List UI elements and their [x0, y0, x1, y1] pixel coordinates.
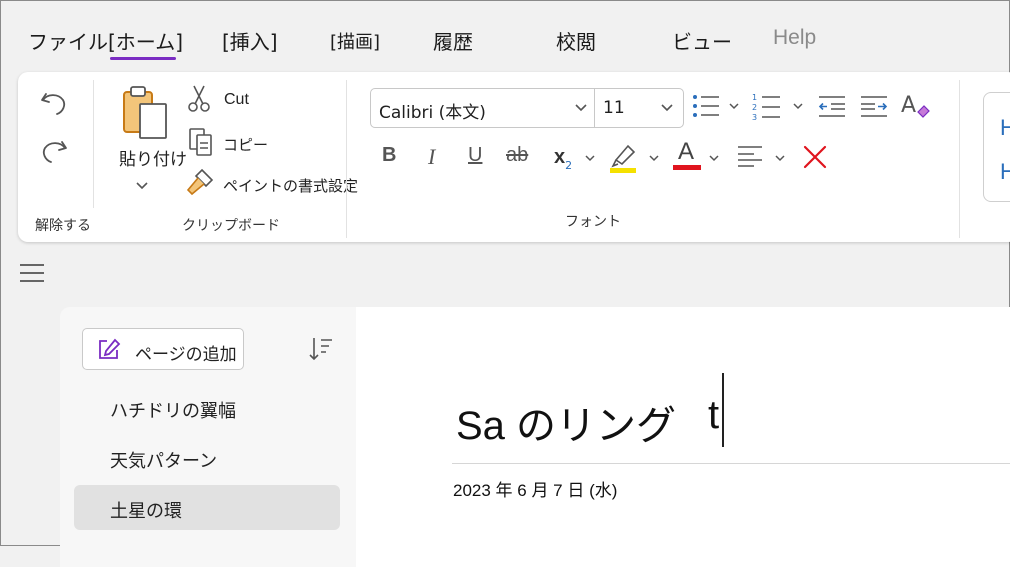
chevron-down-icon[interactable] [134, 180, 150, 192]
menu-insert[interactable]: [挿入] [222, 26, 278, 55]
font-family-select[interactable]: Calibri (本文) [379, 98, 486, 123]
page-item[interactable]: ハチドリの翼幅 [110, 397, 236, 423]
chevron-down-icon[interactable] [574, 103, 588, 113]
page-date: 2023 年 6 月 7 日 (水) [453, 481, 618, 500]
font-group-label: フォント [565, 214, 621, 230]
font-color-button[interactable]: A [673, 138, 701, 170]
page-item[interactable]: 土星の環 [110, 497, 182, 523]
font-picker: Calibri (本文) 11 [370, 88, 684, 128]
text-caret [722, 373, 724, 447]
svg-text:3: 3 [752, 113, 757, 122]
add-page-icon [99, 338, 121, 359]
menu-history[interactable]: 履歴 [433, 26, 473, 55]
styles-eraser-icon[interactable]: A [900, 90, 932, 122]
svg-text:1: 1 [752, 93, 757, 102]
ribbon: 解除する 貼り付け Cut コピー ペイントの書式設定 クリップボード Cali… [18, 72, 1010, 242]
menu-view[interactable]: ビュー [672, 26, 732, 55]
svg-text:2: 2 [752, 103, 757, 112]
page-title[interactable]: Sa のリング [456, 393, 676, 451]
menu-home-underline [110, 57, 176, 60]
strikethrough-button[interactable]: ab [506, 144, 528, 167]
underline-button[interactable]: U [468, 144, 482, 167]
menu-review[interactable]: 校閲 [556, 26, 596, 55]
subscript-two: 2 [565, 159, 573, 172]
chevron-down-icon[interactable] [792, 102, 804, 112]
cut-label[interactable]: Cut [224, 91, 249, 109]
align-icon[interactable] [736, 144, 766, 168]
font-color-letter: A [678, 138, 695, 165]
chevron-down-icon[interactable] [708, 154, 720, 164]
subscript-x: x [554, 146, 566, 168]
undo-icon[interactable] [38, 88, 70, 120]
page-list-panel: ページの追加 ハチドリの翼幅 天気パターン 土星の環 [60, 307, 356, 567]
svg-text:A: A [901, 93, 916, 118]
sort-icon[interactable] [306, 335, 334, 363]
redo-icon[interactable] [38, 136, 70, 168]
page-item[interactable]: 天気パターン [110, 447, 217, 473]
chevron-down-icon[interactable] [660, 103, 674, 113]
bold-button[interactable]: B [382, 144, 396, 167]
clipboard-group-label: クリップボード [182, 218, 280, 234]
add-page-label: ページの追加 [135, 345, 237, 365]
styles-gallery[interactable]: H H [983, 92, 1010, 202]
undo-group-label: 解除する [35, 218, 91, 234]
subscript-button[interactable]: x2 [554, 146, 573, 172]
bullets-icon[interactable] [691, 92, 721, 120]
ribbon-divider [93, 80, 94, 208]
chevron-down-icon[interactable] [584, 154, 596, 164]
font-size-select[interactable]: 11 [603, 98, 625, 118]
paste-icon[interactable] [120, 84, 176, 142]
navigation-menu-icon[interactable] [20, 264, 44, 284]
chevron-down-icon[interactable] [774, 154, 786, 164]
style-heading2[interactable]: H [1000, 159, 1010, 185]
chevron-down-icon[interactable] [648, 154, 660, 164]
format-painter-label[interactable]: ペイントの書式設定 [223, 175, 358, 196]
ribbon-divider [959, 80, 960, 238]
numbering-icon[interactable]: 1 2 3 [752, 92, 782, 122]
title-divider [452, 463, 1010, 464]
increase-indent-icon[interactable] [859, 94, 889, 118]
copy-label[interactable]: コピー [223, 134, 268, 155]
italic-button[interactable]: I [428, 144, 435, 170]
typing-text[interactable]: t [708, 393, 719, 438]
menu-help[interactable]: Help [773, 26, 816, 50]
paste-label[interactable]: 貼り付け [119, 145, 187, 170]
page-content[interactable]: Sa のリング t 2023 年 6 月 7 日 (水) [356, 307, 1010, 567]
menu-draw[interactable]: [描画] [330, 28, 380, 54]
ribbon-divider [346, 80, 347, 238]
add-page-button[interactable]: ページの追加 [82, 328, 244, 370]
decrease-indent-icon[interactable] [817, 94, 847, 118]
format-painter-icon[interactable] [184, 168, 214, 196]
clear-formatting-icon[interactable] [802, 144, 828, 170]
menu-file[interactable]: ファイル [28, 26, 108, 55]
scissors-icon[interactable] [186, 84, 212, 114]
font-color-swatch [673, 165, 701, 170]
style-heading1[interactable]: H [1000, 115, 1010, 141]
menu-home[interactable]: [ホーム] [108, 26, 183, 55]
copy-icon[interactable] [188, 127, 214, 157]
highlighter-icon[interactable] [608, 142, 638, 174]
chevron-down-icon[interactable] [728, 102, 740, 112]
